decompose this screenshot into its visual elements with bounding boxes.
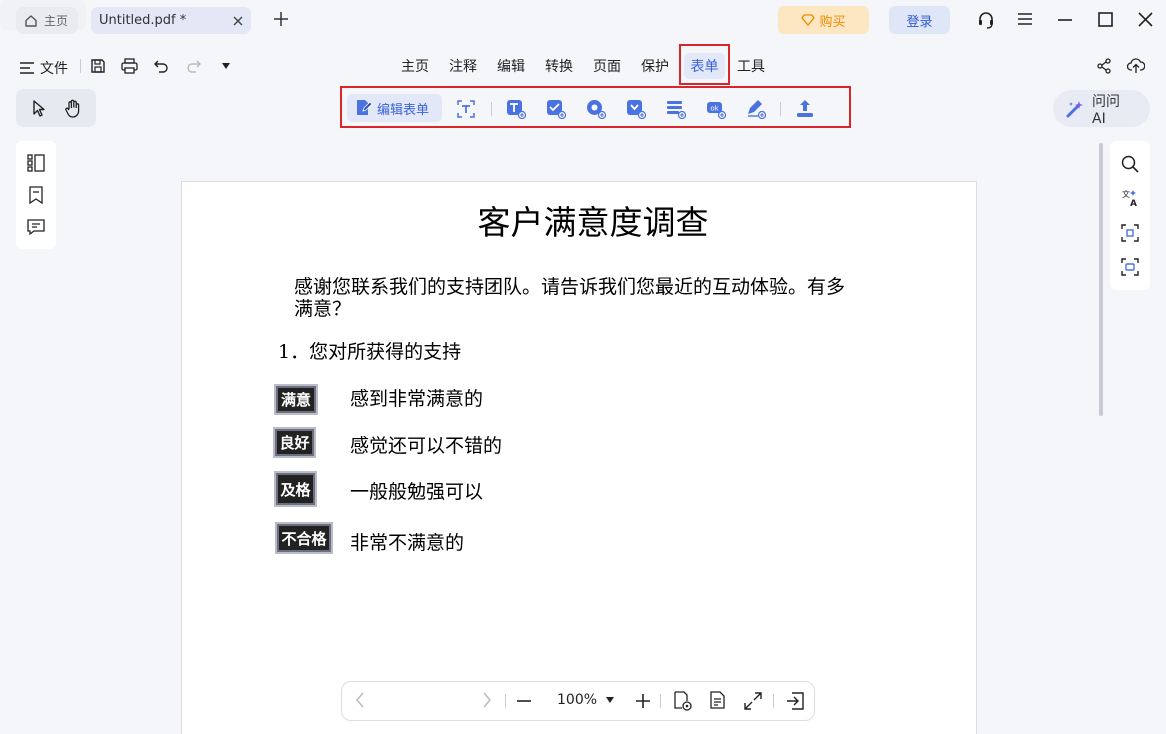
zoom-dropdown-icon[interactable]: [606, 697, 614, 703]
hand-pan-icon[interactable]: [64, 99, 82, 118]
thumbnails-icon[interactable]: [27, 154, 45, 172]
button-field-icon[interactable]: ok: [706, 99, 726, 119]
close-window-icon[interactable]: [1138, 12, 1153, 27]
menu-item-protect[interactable]: 保护: [641, 48, 669, 84]
bookmark-icon[interactable]: [28, 186, 44, 204]
tab-home-label: 主页: [44, 14, 69, 28]
hamburger-icon: [20, 62, 34, 74]
redo-icon[interactable]: [186, 58, 202, 74]
option-text-good: 感觉还可以不错的: [350, 435, 503, 457]
file-menu[interactable]: 文件: [20, 58, 68, 78]
close-tab-icon[interactable]: [233, 16, 243, 26]
cursor-tools: [16, 89, 96, 127]
cloud-upload-icon[interactable]: [1127, 57, 1145, 74]
new-tab-icon[interactable]: [273, 11, 289, 27]
ask-ai-label: 问问 AI: [1092, 93, 1120, 127]
right-side-panel: 文A: [1110, 141, 1150, 290]
buy-label: 购买: [819, 14, 846, 30]
share-icon[interactable]: [1096, 58, 1112, 74]
left-side-panel: [16, 141, 56, 249]
option-text-satisfied: 感到非常满意的: [350, 388, 484, 410]
screen-capture-icon[interactable]: [1121, 258, 1139, 276]
checkbox-field-icon[interactable]: [546, 99, 566, 119]
intro-line-1: 感谢您联系我们的支持团队。请告诉我们您最近的互动体验。有多: [294, 276, 846, 298]
option-button-satisfied[interactable]: 满意: [274, 384, 318, 415]
zoom-out-icon[interactable]: [516, 693, 532, 709]
edit-form-button[interactable]: 编辑表单: [347, 94, 442, 122]
svg-text:ok: ok: [710, 105, 719, 113]
undo-icon[interactable]: [153, 58, 169, 74]
zoom-level[interactable]: 100%: [557, 692, 597, 708]
print-icon[interactable]: [121, 58, 138, 74]
buy-button[interactable]: 购买: [778, 6, 869, 34]
document-intro: 感谢您联系我们的支持团队。请告诉我们您最近的互动体验。有多 满意？: [294, 276, 924, 320]
document-title: 客户满意度调查: [477, 203, 709, 242]
maximize-icon[interactable]: [1098, 12, 1113, 27]
next-page-icon[interactable]: [482, 692, 492, 708]
option-text-fail: 非常不满意的: [350, 532, 465, 554]
prev-page-icon[interactable]: [355, 692, 365, 708]
svg-text:A: A: [1130, 199, 1137, 207]
svg-text:文: 文: [1122, 189, 1130, 199]
file-menu-label: 文件: [40, 61, 68, 77]
menu-item-annotate[interactable]: 注释: [449, 48, 477, 84]
menu-icon[interactable]: [1017, 12, 1033, 26]
more-dropdown-icon[interactable]: [221, 62, 231, 70]
translate-icon[interactable]: 文A: [1121, 189, 1139, 207]
menu-item-page[interactable]: 页面: [593, 48, 621, 84]
ai-sparkle-icon: [1065, 99, 1085, 119]
question-text: 1．您对所获得的支持: [278, 341, 462, 363]
login-label: 登录: [906, 14, 933, 30]
document-mode-icon[interactable]: [709, 691, 729, 711]
search-icon[interactable]: [1121, 155, 1139, 173]
menu-bar: 文件 主页 注释 编辑 转换 页面 保护 工具: [0, 48, 1166, 84]
vertical-scrollbar[interactable]: [1099, 143, 1103, 416]
menu-item-edit[interactable]: 编辑: [497, 48, 525, 84]
exit-presentation-icon[interactable]: [786, 692, 804, 710]
ocr-scan-icon[interactable]: [1121, 223, 1139, 242]
save-icon[interactable]: [90, 58, 106, 74]
menu-item-tools[interactable]: 工具: [737, 48, 765, 84]
option-button-fail[interactable]: 不合格: [275, 522, 333, 554]
tab-document[interactable]: Untitled.pdf *: [91, 7, 251, 34]
tab-document-label: Untitled.pdf *: [99, 13, 187, 28]
edit-form-label: 编辑表单: [377, 102, 430, 118]
radio-button-field-icon[interactable]: [586, 99, 606, 119]
menu-item-home[interactable]: 主页: [401, 48, 429, 84]
signature-field-icon[interactable]: [746, 99, 766, 119]
dropdown-field-icon[interactable]: [626, 99, 646, 119]
text-recognition-icon[interactable]: [457, 100, 475, 118]
title-bar: 主页 Untitled.pdf * 购买 登录: [0, 0, 1166, 42]
diamond-icon: [801, 14, 816, 26]
page-view-icon[interactable]: [673, 691, 693, 711]
edit-form-icon: [354, 99, 372, 117]
menu-item-convert[interactable]: 转换: [545, 48, 573, 84]
option-button-good[interactable]: 良好: [273, 427, 316, 458]
comments-icon[interactable]: [27, 218, 45, 236]
text-field-icon[interactable]: [506, 99, 526, 119]
option-button-pass[interactable]: 及格: [274, 471, 317, 507]
menu-item-form[interactable]: 表单: [684, 53, 725, 79]
export-form-icon[interactable]: [795, 98, 815, 119]
intro-line-2: 满意？: [294, 298, 352, 320]
home-icon: [24, 14, 38, 28]
minimize-icon[interactable]: [1057, 12, 1073, 28]
option-text-pass: 一般般勉强可以: [350, 481, 484, 503]
zoom-in-icon[interactable]: [635, 693, 651, 709]
ask-ai-button[interactable]: 问问 AI: [1053, 90, 1150, 127]
tab-home[interactable]: 主页: [16, 7, 78, 34]
support-headset-icon[interactable]: [976, 10, 996, 30]
list-box-field-icon[interactable]: [666, 99, 686, 119]
select-arrow-icon[interactable]: [31, 99, 47, 117]
login-button[interactable]: 登录: [889, 6, 950, 34]
fit-screen-icon[interactable]: [744, 692, 762, 710]
